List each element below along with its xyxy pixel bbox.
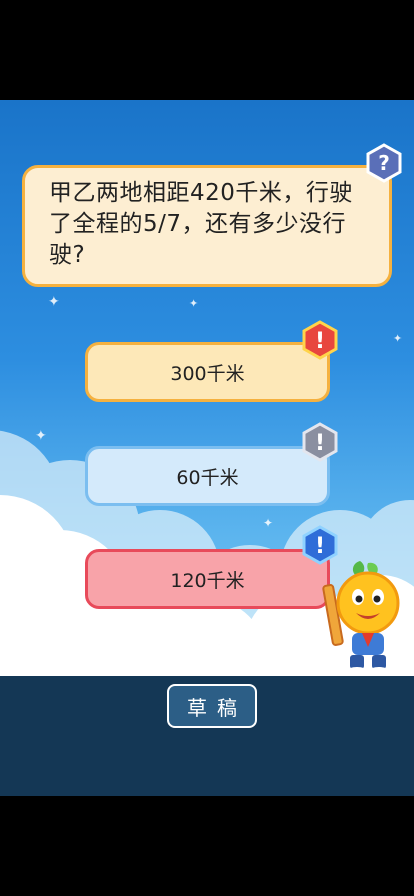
svg-text:!: !: [315, 329, 325, 354]
hint-exclamation-icon[interactable]: !: [300, 320, 340, 360]
draft-button[interactable]: 草稿: [167, 684, 257, 728]
question-text: 甲乙两地相距420千米，行驶了全程的5/7，还有多少没行驶?: [49, 180, 353, 268]
question-card: 甲乙两地相距420千米，行驶了全程的5/7，还有多少没行驶?: [22, 165, 392, 287]
hint-exclamation-icon[interactable]: !: [300, 422, 340, 462]
answer-option-1[interactable]: 300千米: [85, 342, 330, 402]
svg-text:!: !: [315, 431, 325, 456]
orange-mascot: [322, 561, 400, 675]
help-question-icon[interactable]: ?: [364, 143, 404, 183]
bottom-toolbar: 草稿: [0, 676, 414, 796]
game-scene: ✦ ✦ ✦ ✦ ✦ 甲乙两地相距420千米，行驶了全程的5/7，还有多少没行驶?…: [0, 100, 414, 676]
svg-text:?: ?: [378, 151, 390, 175]
answer-option-3[interactable]: 120千米: [85, 549, 330, 609]
svg-text:!: !: [315, 534, 325, 559]
answer-option-2[interactable]: 60千米: [85, 446, 330, 506]
